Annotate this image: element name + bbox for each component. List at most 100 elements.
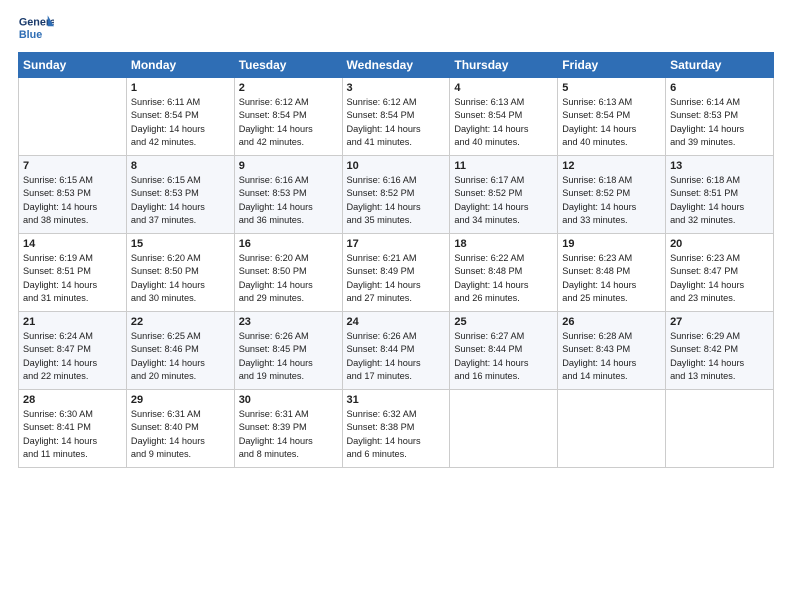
cell-info: Sunrise: 6:15 AM Sunset: 8:53 PM Dayligh… xyxy=(131,174,230,227)
calendar-cell: 25Sunrise: 6:27 AM Sunset: 8:44 PM Dayli… xyxy=(450,312,558,390)
cell-info: Sunrise: 6:31 AM Sunset: 8:40 PM Dayligh… xyxy=(131,408,230,461)
cell-info: Sunrise: 6:20 AM Sunset: 8:50 PM Dayligh… xyxy=(239,252,338,305)
day-number: 23 xyxy=(239,316,338,328)
header: GeneralBlue xyxy=(18,10,774,46)
weekday-header-wednesday: Wednesday xyxy=(342,53,450,78)
day-number: 21 xyxy=(23,316,122,328)
day-number: 30 xyxy=(239,394,338,406)
calendar-cell: 19 Sunrise: 6:23 AM Sunset: 8:48 PM Dayli… xyxy=(558,234,666,312)
cell-info: Sunrise: 6:23 AM Sunset: 8:47 PM Dayligh… xyxy=(670,252,769,305)
day-number: 7 xyxy=(23,160,122,172)
calendar-week-row: 28Sunrise: 6:30 AM Sunset: 8:41 PM Dayli… xyxy=(19,390,774,468)
calendar-cell: 4Sunrise: 6:13 AM Sunset: 8:54 PM Daylig… xyxy=(450,78,558,156)
calendar-cell: 29 Sunrise: 6:31 AM Sunset: 8:40 PM Dayli… xyxy=(126,390,234,468)
cell-info: Sunrise: 6:23 AM Sunset: 8:48 PM Dayligh… xyxy=(562,252,661,305)
weekday-header-sunday: Sunday xyxy=(19,53,127,78)
calendar-cell: 21 Sunrise: 6:24 AM Sunset: 8:47 PM Dayli… xyxy=(19,312,127,390)
calendar-cell: 17 Sunrise: 6:21 AM Sunset: 8:49 PM Dayli… xyxy=(342,234,450,312)
cell-info: Sunrise: 6:11 AM Sunset: 8:54 PM Dayligh… xyxy=(131,96,230,149)
weekday-header-tuesday: Tuesday xyxy=(234,53,342,78)
calendar-cell xyxy=(450,390,558,468)
day-number: 16 xyxy=(239,238,338,250)
cell-info: Sunrise: 6:32 AM Sunset: 8:38 PM Dayligh… xyxy=(347,408,446,461)
calendar-cell xyxy=(558,390,666,468)
calendar-cell: 10 Sunrise: 6:16 AM Sunset: 8:52 PM Dayli… xyxy=(342,156,450,234)
calendar-cell: 15 Sunrise: 6:20 AM Sunset: 8:50 PM Dayli… xyxy=(126,234,234,312)
day-number: 9 xyxy=(239,160,338,172)
cell-info: Sunrise: 6:18 AM Sunset: 8:52 PM Dayligh… xyxy=(562,174,661,227)
calendar-cell xyxy=(666,390,774,468)
day-number: 19 xyxy=(562,238,661,250)
svg-text:Blue: Blue xyxy=(19,29,42,41)
cell-info: Sunrise: 6:30 AM Sunset: 8:41 PM Dayligh… xyxy=(23,408,122,461)
day-number: 31 xyxy=(347,394,446,406)
calendar-cell: 18 Sunrise: 6:22 AM Sunset: 8:48 PM Dayli… xyxy=(450,234,558,312)
day-number: 29 xyxy=(131,394,230,406)
calendar-cell: 24 Sunrise: 6:26 AM Sunset: 8:44 PM Dayli… xyxy=(342,312,450,390)
cell-info: Sunrise: 6:20 AM Sunset: 8:50 PM Dayligh… xyxy=(131,252,230,305)
calendar-cell: 14 Sunrise: 6:19 AM Sunset: 8:51 PM Dayli… xyxy=(19,234,127,312)
day-number: 10 xyxy=(347,160,446,172)
day-number: 4 xyxy=(454,82,553,94)
calendar-cell: 8 Sunrise: 6:15 AM Sunset: 8:53 PM Daylig… xyxy=(126,156,234,234)
cell-info: Sunrise: 6:21 AM Sunset: 8:49 PM Dayligh… xyxy=(347,252,446,305)
calendar-cell: 13Sunrise: 6:18 AM Sunset: 8:51 PM Dayli… xyxy=(666,156,774,234)
cell-info: Sunrise: 6:19 AM Sunset: 8:51 PM Dayligh… xyxy=(23,252,122,305)
cell-info: Sunrise: 6:24 AM Sunset: 8:47 PM Dayligh… xyxy=(23,330,122,383)
cell-info: Sunrise: 6:25 AM Sunset: 8:46 PM Dayligh… xyxy=(131,330,230,383)
day-number: 20 xyxy=(670,238,769,250)
day-number: 1 xyxy=(131,82,230,94)
day-number: 22 xyxy=(131,316,230,328)
day-number: 27 xyxy=(670,316,769,328)
logo-icon: GeneralBlue xyxy=(18,10,54,46)
calendar-table: SundayMondayTuesdayWednesdayThursdayFrid… xyxy=(18,52,774,468)
day-number: 5 xyxy=(562,82,661,94)
cell-info: Sunrise: 6:31 AM Sunset: 8:39 PM Dayligh… xyxy=(239,408,338,461)
cell-info: Sunrise: 6:28 AM Sunset: 8:43 PM Dayligh… xyxy=(562,330,661,383)
calendar-cell: 23 Sunrise: 6:26 AM Sunset: 8:45 PM Dayli… xyxy=(234,312,342,390)
calendar-cell: 6 Sunrise: 6:14 AM Sunset: 8:53 PM Daylig… xyxy=(666,78,774,156)
day-number: 2 xyxy=(239,82,338,94)
calendar-page: GeneralBlue SundayMondayTuesdayWednesday… xyxy=(0,0,792,612)
calendar-cell xyxy=(19,78,127,156)
day-number: 17 xyxy=(347,238,446,250)
calendar-cell: 22 Sunrise: 6:25 AM Sunset: 8:46 PM Dayli… xyxy=(126,312,234,390)
cell-info: Sunrise: 6:16 AM Sunset: 8:52 PM Dayligh… xyxy=(347,174,446,227)
calendar-week-row: 14 Sunrise: 6:19 AM Sunset: 8:51 PM Dayli… xyxy=(19,234,774,312)
weekday-header-row: SundayMondayTuesdayWednesdayThursdayFrid… xyxy=(19,53,774,78)
cell-info: Sunrise: 6:16 AM Sunset: 8:53 PM Dayligh… xyxy=(239,174,338,227)
cell-info: Sunrise: 6:26 AM Sunset: 8:44 PM Dayligh… xyxy=(347,330,446,383)
day-number: 26 xyxy=(562,316,661,328)
calendar-week-row: 7 Sunrise: 6:15 AM Sunset: 8:53 PM Daylig… xyxy=(19,156,774,234)
calendar-cell: 11Sunrise: 6:17 AM Sunset: 8:52 PM Dayli… xyxy=(450,156,558,234)
calendar-cell: 26 Sunrise: 6:28 AM Sunset: 8:43 PM Dayli… xyxy=(558,312,666,390)
calendar-cell: 16 Sunrise: 6:20 AM Sunset: 8:50 PM Dayli… xyxy=(234,234,342,312)
weekday-header-thursday: Thursday xyxy=(450,53,558,78)
cell-info: Sunrise: 6:22 AM Sunset: 8:48 PM Dayligh… xyxy=(454,252,553,305)
calendar-cell: 2 Sunrise: 6:12 AM Sunset: 8:54 PM Daylig… xyxy=(234,78,342,156)
calendar-cell: 31 Sunrise: 6:32 AM Sunset: 8:38 PM Dayli… xyxy=(342,390,450,468)
day-number: 18 xyxy=(454,238,553,250)
day-number: 25 xyxy=(454,316,553,328)
calendar-cell: 7 Sunrise: 6:15 AM Sunset: 8:53 PM Daylig… xyxy=(19,156,127,234)
calendar-cell: 28Sunrise: 6:30 AM Sunset: 8:41 PM Dayli… xyxy=(19,390,127,468)
calendar-cell: 9 Sunrise: 6:16 AM Sunset: 8:53 PM Daylig… xyxy=(234,156,342,234)
day-number: 15 xyxy=(131,238,230,250)
day-number: 8 xyxy=(131,160,230,172)
cell-info: Sunrise: 6:13 AM Sunset: 8:54 PM Dayligh… xyxy=(562,96,661,149)
calendar-cell: 1 Sunrise: 6:11 AM Sunset: 8:54 PM Daylig… xyxy=(126,78,234,156)
cell-info: Sunrise: 6:12 AM Sunset: 8:54 PM Dayligh… xyxy=(239,96,338,149)
weekday-header-friday: Friday xyxy=(558,53,666,78)
cell-info: Sunrise: 6:26 AM Sunset: 8:45 PM Dayligh… xyxy=(239,330,338,383)
weekday-header-saturday: Saturday xyxy=(666,53,774,78)
cell-info: Sunrise: 6:17 AM Sunset: 8:52 PM Dayligh… xyxy=(454,174,553,227)
cell-info: Sunrise: 6:14 AM Sunset: 8:53 PM Dayligh… xyxy=(670,96,769,149)
day-number: 24 xyxy=(347,316,446,328)
day-number: 13 xyxy=(670,160,769,172)
calendar-cell: 12Sunrise: 6:18 AM Sunset: 8:52 PM Dayli… xyxy=(558,156,666,234)
calendar-cell: 27Sunrise: 6:29 AM Sunset: 8:42 PM Dayli… xyxy=(666,312,774,390)
calendar-cell: 30 Sunrise: 6:31 AM Sunset: 8:39 PM Dayli… xyxy=(234,390,342,468)
day-number: 6 xyxy=(670,82,769,94)
cell-info: Sunrise: 6:15 AM Sunset: 8:53 PM Dayligh… xyxy=(23,174,122,227)
day-number: 14 xyxy=(23,238,122,250)
